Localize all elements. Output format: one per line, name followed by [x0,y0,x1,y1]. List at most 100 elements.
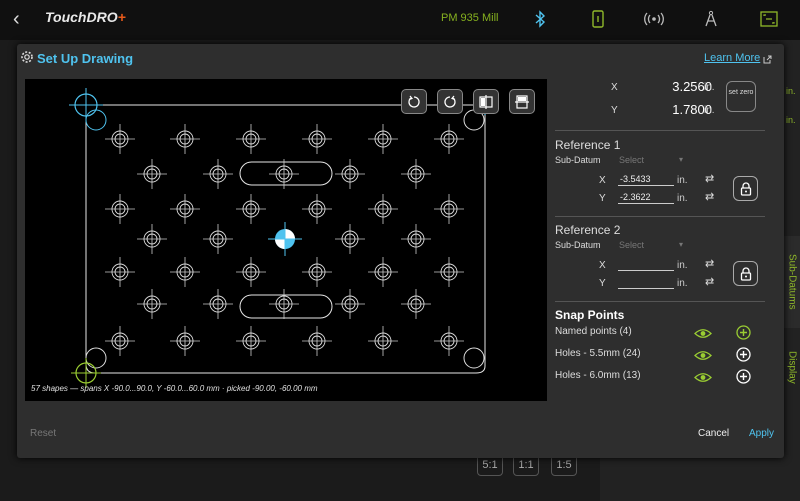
hole-marker[interactable] [367,123,399,155]
hole-marker[interactable] [268,288,300,320]
hole-marker[interactable] [136,288,168,320]
reference-1-y-unit: in. [677,193,688,204]
divider [555,130,765,131]
position-x-unit: in. [704,82,715,93]
mirror-horizontal-icon[interactable] [473,89,499,114]
drawing-canvas[interactable]: 57 shapes — spans X -90.0...90.0, Y -60.… [25,79,547,401]
machine-name[interactable]: PM 935 Mill [441,12,498,24]
hole-marker[interactable] [202,288,234,320]
set-zero-button[interactable]: set zero [726,81,756,112]
snap-point-label: Holes - 6.0mm (13) [555,370,641,381]
hole-marker[interactable] [235,325,267,357]
hole-marker[interactable] [301,325,333,357]
hole-marker[interactable] [169,325,201,357]
hole-marker[interactable] [104,193,136,225]
add-snap-icon[interactable] [736,325,751,345]
top-bar: ‹ TouchDRO+ PM 935 Mill [0,0,800,40]
hole-marker[interactable] [400,223,432,255]
hole-marker[interactable] [334,158,366,190]
back-icon[interactable]: ‹ [13,8,29,30]
tab-display[interactable]: Display [784,335,800,400]
hole-marker[interactable] [136,158,168,190]
position-x-value: 3.2560 [672,79,712,94]
hole-marker[interactable] [202,223,234,255]
eye-icon[interactable] [694,326,712,344]
reference-1-x-field[interactable]: -3.5433 [618,173,674,186]
hole-marker[interactable] [334,223,366,255]
external-link-icon[interactable] [763,51,772,69]
set-up-drawing-dialog: Set Up Drawing Learn More 57 shapes — sp… [17,44,784,458]
reference-1-sub-datum-select[interactable]: Select [619,155,689,165]
reference-2-sub-datum-select[interactable]: Select [619,240,689,250]
dialog-title: Set Up Drawing [37,51,134,66]
rotate-ccw-icon[interactable] [401,89,427,114]
hole-marker[interactable] [235,193,267,225]
reference-1-x-unit: in. [677,175,688,186]
hole-marker[interactable] [202,158,234,190]
hole-marker[interactable] [433,256,465,288]
reference-1-y-field[interactable]: -2.3622 [618,191,674,204]
hole-marker[interactable] [104,325,136,357]
reference-1-title: Reference 1 [555,138,621,152]
lock-icon[interactable] [733,176,758,201]
learn-more-link[interactable]: Learn More [704,52,760,64]
hole-marker[interactable] [235,256,267,288]
background-unit-label: in. [786,115,796,125]
hole-marker[interactable] [433,123,465,155]
snap-point-label: Named points (4) [555,326,632,337]
swap-icon[interactable]: ⇄ [705,277,714,288]
hole-marker[interactable] [367,325,399,357]
eye-icon[interactable] [694,348,712,366]
hole-marker[interactable] [235,123,267,155]
fit-screen-icon[interactable] [758,8,780,30]
hole-marker[interactable] [104,256,136,288]
position-y-value: 1.7800 [672,102,712,117]
reference-1-sub-datum-label: Sub-Datum [555,155,601,165]
reset-button[interactable]: Reset [30,428,56,439]
cancel-button[interactable]: Cancel [698,428,729,439]
compass-icon[interactable] [700,8,722,30]
hole-marker[interactable] [400,288,432,320]
hole-marker[interactable] [104,123,136,155]
eye-icon[interactable] [694,370,712,388]
hole-marker[interactable] [169,256,201,288]
drawing-preview [69,88,486,388]
hole-marker[interactable] [433,325,465,357]
rotate-cw-icon[interactable] [437,89,463,114]
settings-panel: X 3.2560 in. Y 1.7800 in. set zero Refer… [555,74,773,401]
hole-marker[interactable] [367,193,399,225]
broadcast-icon[interactable] [643,8,665,30]
tab-sub-datums[interactable]: Sub-Datums [784,236,800,328]
hole-marker[interactable] [367,256,399,288]
reference-2-y-label: Y [599,278,606,289]
canvas-status-text: 57 shapes — spans X -90.0...90.0, Y -60.… [31,384,318,393]
reference-2-y-unit: in. [677,278,688,289]
hole-marker[interactable] [301,256,333,288]
tablet-icon[interactable] [587,8,609,30]
divider [555,301,765,302]
snap-point-row: Holes - 5.5mm (24) [555,346,765,364]
lock-icon[interactable] [733,261,758,286]
hole-marker[interactable] [301,193,333,225]
hole-marker[interactable] [334,288,366,320]
swap-icon[interactable]: ⇄ [705,174,714,185]
hole-marker[interactable] [169,123,201,155]
add-snap-icon[interactable] [736,347,751,367]
add-snap-icon[interactable] [736,369,751,389]
hole-marker[interactable] [400,158,432,190]
reference-2-y-field[interactable] [618,276,674,289]
hole-marker[interactable] [433,193,465,225]
mirror-vertical-icon[interactable] [509,89,535,114]
bluetooth-icon[interactable] [529,8,551,30]
snap-point-label: Holes - 5.5mm (24) [555,348,641,359]
hole-marker[interactable] [301,123,333,155]
swap-icon[interactable]: ⇄ [705,259,714,270]
reference-2-x-unit: in. [677,260,688,271]
swap-icon[interactable]: ⇄ [705,192,714,203]
gear-icon [20,50,34,69]
hole-marker[interactable] [169,193,201,225]
hole-marker[interactable] [136,223,168,255]
apply-button[interactable]: Apply [749,428,774,439]
reference-2-x-field[interactable] [618,258,674,271]
divider [555,216,765,217]
